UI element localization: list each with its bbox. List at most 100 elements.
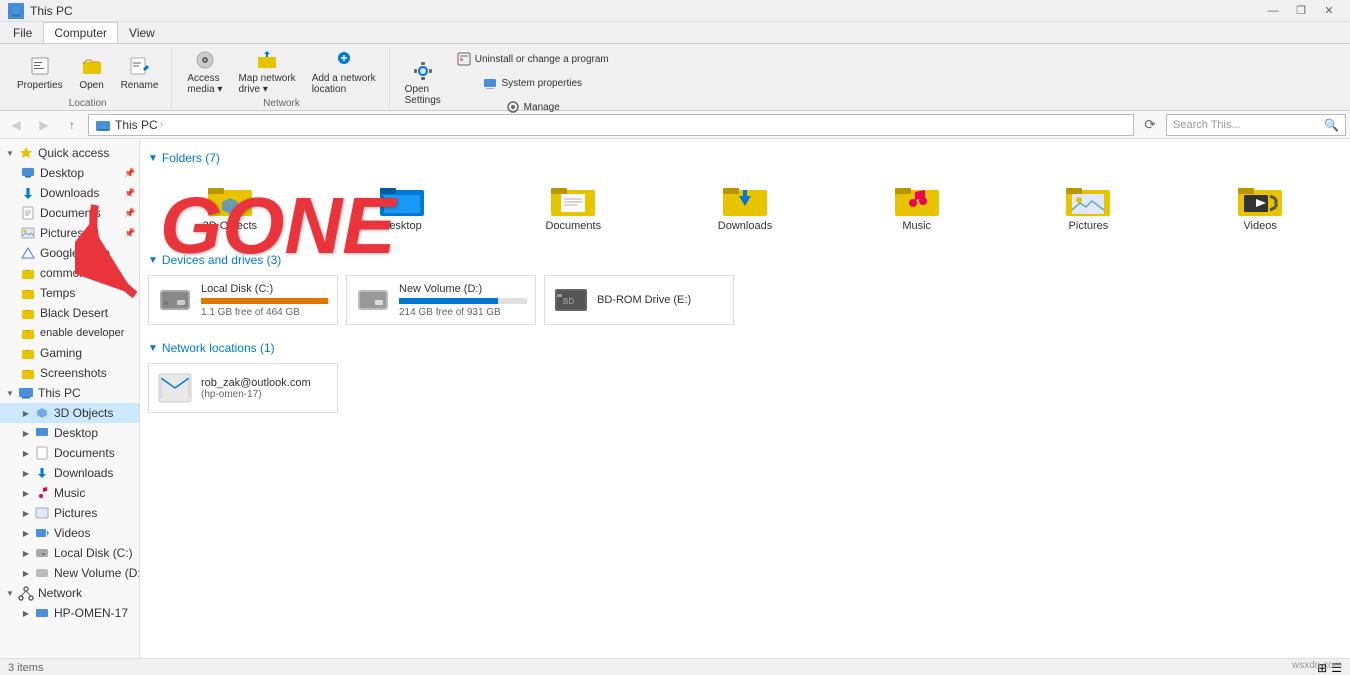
title-bar-controls: — ❐ ✕	[1260, 3, 1342, 19]
sidebar-docs-label: Documents	[54, 446, 115, 460]
sidebar-item-documents[interactable]: Documents 📌	[0, 203, 139, 223]
drive-item-d[interactable]: New Volume (D:) 214 GB free of 931 GB	[346, 275, 536, 325]
sidebar-item-new-volume[interactable]: ▶ New Volume (D:)	[0, 563, 139, 583]
new-volume-expand: ▶	[20, 567, 32, 579]
folder-item-pictures[interactable]: Pictures	[1007, 173, 1171, 237]
network-section-header[interactable]: ▼ Network locations (1)	[148, 341, 1342, 355]
tab-computer[interactable]: Computer	[43, 22, 118, 43]
folder-item-downloads[interactable]: Downloads	[663, 173, 827, 237]
system-properties-button[interactable]: System properties	[450, 72, 616, 94]
network-outlook-info: rob_zak@outlook.com (hp-omen-17)	[201, 377, 329, 400]
title-bar-left: This PC	[8, 3, 73, 19]
address-path[interactable]: This PC ›	[88, 114, 1134, 136]
rename-icon	[127, 54, 151, 78]
sidebar-item-this-pc-active[interactable]: ▶ 3D Objects	[0, 403, 139, 423]
sidebar-item-hp-omen[interactable]: ▶ HP-OMEN-17	[0, 603, 139, 623]
ribbon-tabs: File Computer View	[0, 22, 1350, 44]
pictures-pc-icon	[34, 505, 50, 521]
add-location-button[interactable]: Add a networklocation	[305, 48, 383, 96]
folder-item-desktop[interactable]: Desktop	[320, 173, 484, 237]
network-grid: rob_zak@outlook.com (hp-omen-17)	[148, 363, 1342, 413]
folders-section-label: Folders (7)	[162, 151, 220, 165]
open-settings-button[interactable]: OpenSettings	[398, 59, 448, 107]
3d-objects-folder-icon	[206, 178, 254, 218]
rename-button[interactable]: Rename	[114, 48, 166, 96]
ribbon-group-network: Accessmedia ▾ Map networkdrive ▾	[174, 48, 389, 110]
pictures-pin-icon: 📌	[125, 228, 135, 238]
folder-item-documents[interactable]: Documents	[491, 173, 655, 237]
black-desert-icon	[20, 305, 36, 321]
sidebar-desktop-pc-label: Desktop	[54, 426, 98, 440]
sidebar-local-disk-label: Local Disk (C:)	[54, 546, 133, 560]
sidebar-3d-label: 3D Objects	[54, 406, 113, 420]
forward-button[interactable]: ▶	[32, 114, 56, 136]
network-item-outlook[interactable]: rob_zak@outlook.com (hp-omen-17)	[148, 363, 338, 413]
map-drive-icon	[255, 49, 279, 71]
music-expand: ▶	[20, 487, 32, 499]
sidebar-item-local-disk[interactable]: ▶ Local Disk (C:)	[0, 543, 139, 563]
manage-label: Manage	[524, 102, 560, 113]
sidebar-item-downloads-pc[interactable]: ▶ Downloads	[0, 463, 139, 483]
sidebar-item-documents-pc[interactable]: ▶ Documents	[0, 443, 139, 463]
folder-item-music[interactable]: Music	[835, 173, 999, 237]
open-button[interactable]: Open	[72, 48, 112, 96]
sidebar-hp-omen-label: HP-OMEN-17	[54, 606, 128, 620]
system-props-icon	[483, 76, 497, 90]
this-pc-header[interactable]: ▼ This PC	[0, 383, 139, 403]
status-bar: 3 items ⊞ ☰	[0, 658, 1350, 675]
map-drive-button[interactable]: Map networkdrive ▾	[231, 48, 302, 96]
documents-pin-icon: 📌	[125, 208, 135, 218]
sidebar-item-music[interactable]: ▶ Music	[0, 483, 139, 503]
uninstall-button[interactable]: Uninstall or change a program	[450, 48, 616, 70]
back-button[interactable]: ◀	[4, 114, 28, 136]
this-pc-label: This PC	[38, 386, 81, 400]
sidebar-item-screenshots[interactable]: Screenshots	[0, 363, 139, 383]
sidebar-item-black-desert[interactable]: Black Desert	[0, 303, 139, 323]
sidebar-black-desert-label: Black Desert	[40, 306, 108, 320]
3d-objects-icon	[34, 405, 50, 421]
sidebar-gaming-label: Gaming	[40, 346, 82, 360]
sidebar-item-google-drive[interactable]: Google Drive	[0, 243, 139, 263]
open-label: Open	[79, 80, 103, 91]
sidebar-item-gaming[interactable]: Gaming	[0, 343, 139, 363]
sidebar-item-temps[interactable]: Temps	[0, 283, 139, 303]
sidebar-item-pictures-pc[interactable]: ▶ Pictures	[0, 503, 139, 523]
drive-item-c[interactable]: Local Disk (C:) 1.1 GB free of 464 GB	[148, 275, 338, 325]
tab-file[interactable]: File	[2, 22, 43, 43]
drive-c-icon	[157, 282, 193, 318]
tab-view[interactable]: View	[118, 22, 166, 43]
refresh-button[interactable]: ⟳	[1138, 114, 1162, 136]
network-header[interactable]: ▼ Network	[0, 583, 139, 603]
sidebar-item-videos[interactable]: ▶ Videos	[0, 523, 139, 543]
sidebar-item-desktop[interactable]: Desktop 📌	[0, 163, 139, 183]
up-button[interactable]: ↑	[60, 114, 84, 136]
sidebar-item-downloads[interactable]: Downloads 📌	[0, 183, 139, 203]
sidebar-item-enable-developer[interactable]: enable developer	[0, 323, 139, 343]
uninstall-label: Uninstall or change a program	[475, 54, 609, 65]
music-folder-icon	[893, 178, 941, 218]
close-button[interactable]: ✕	[1316, 3, 1342, 19]
location-buttons: Properties Open	[10, 48, 165, 96]
path-icon	[95, 117, 111, 133]
minimize-button[interactable]: —	[1260, 3, 1286, 19]
properties-icon	[28, 54, 52, 78]
screenshots-icon	[20, 365, 36, 381]
settings-icon	[411, 60, 435, 82]
search-box[interactable]: Search This... 🔍	[1166, 114, 1346, 136]
access-media-button[interactable]: Accessmedia ▾	[180, 48, 229, 96]
drive-item-e[interactable]: BD BD-ROM Drive (E:)	[544, 275, 734, 325]
sidebar-item-desktop-pc[interactable]: ▶ Desktop	[0, 423, 139, 443]
restore-button[interactable]: ❐	[1288, 3, 1314, 19]
folders-section-header[interactable]: ▼ Folders (7)	[148, 151, 1342, 165]
devices-section-header[interactable]: ▼ Devices and drives (3)	[148, 253, 1342, 267]
folder-item-videos[interactable]: Videos	[1178, 173, 1342, 237]
sidebar-item-common[interactable]: common	[0, 263, 139, 283]
properties-button[interactable]: Properties	[10, 48, 70, 96]
quick-access-header[interactable]: ▼ Quick access	[0, 143, 139, 163]
sidebar-desktop-label: Desktop	[40, 166, 84, 180]
folder-item-3d-objects[interactable]: 3D Objects	[148, 173, 312, 237]
manage-icon	[506, 100, 520, 114]
sidebar-common-label: common	[40, 266, 86, 280]
sidebar-item-pictures[interactable]: Pictures 📌	[0, 223, 139, 243]
network-outlook-name: rob_zak@outlook.com	[201, 377, 329, 389]
